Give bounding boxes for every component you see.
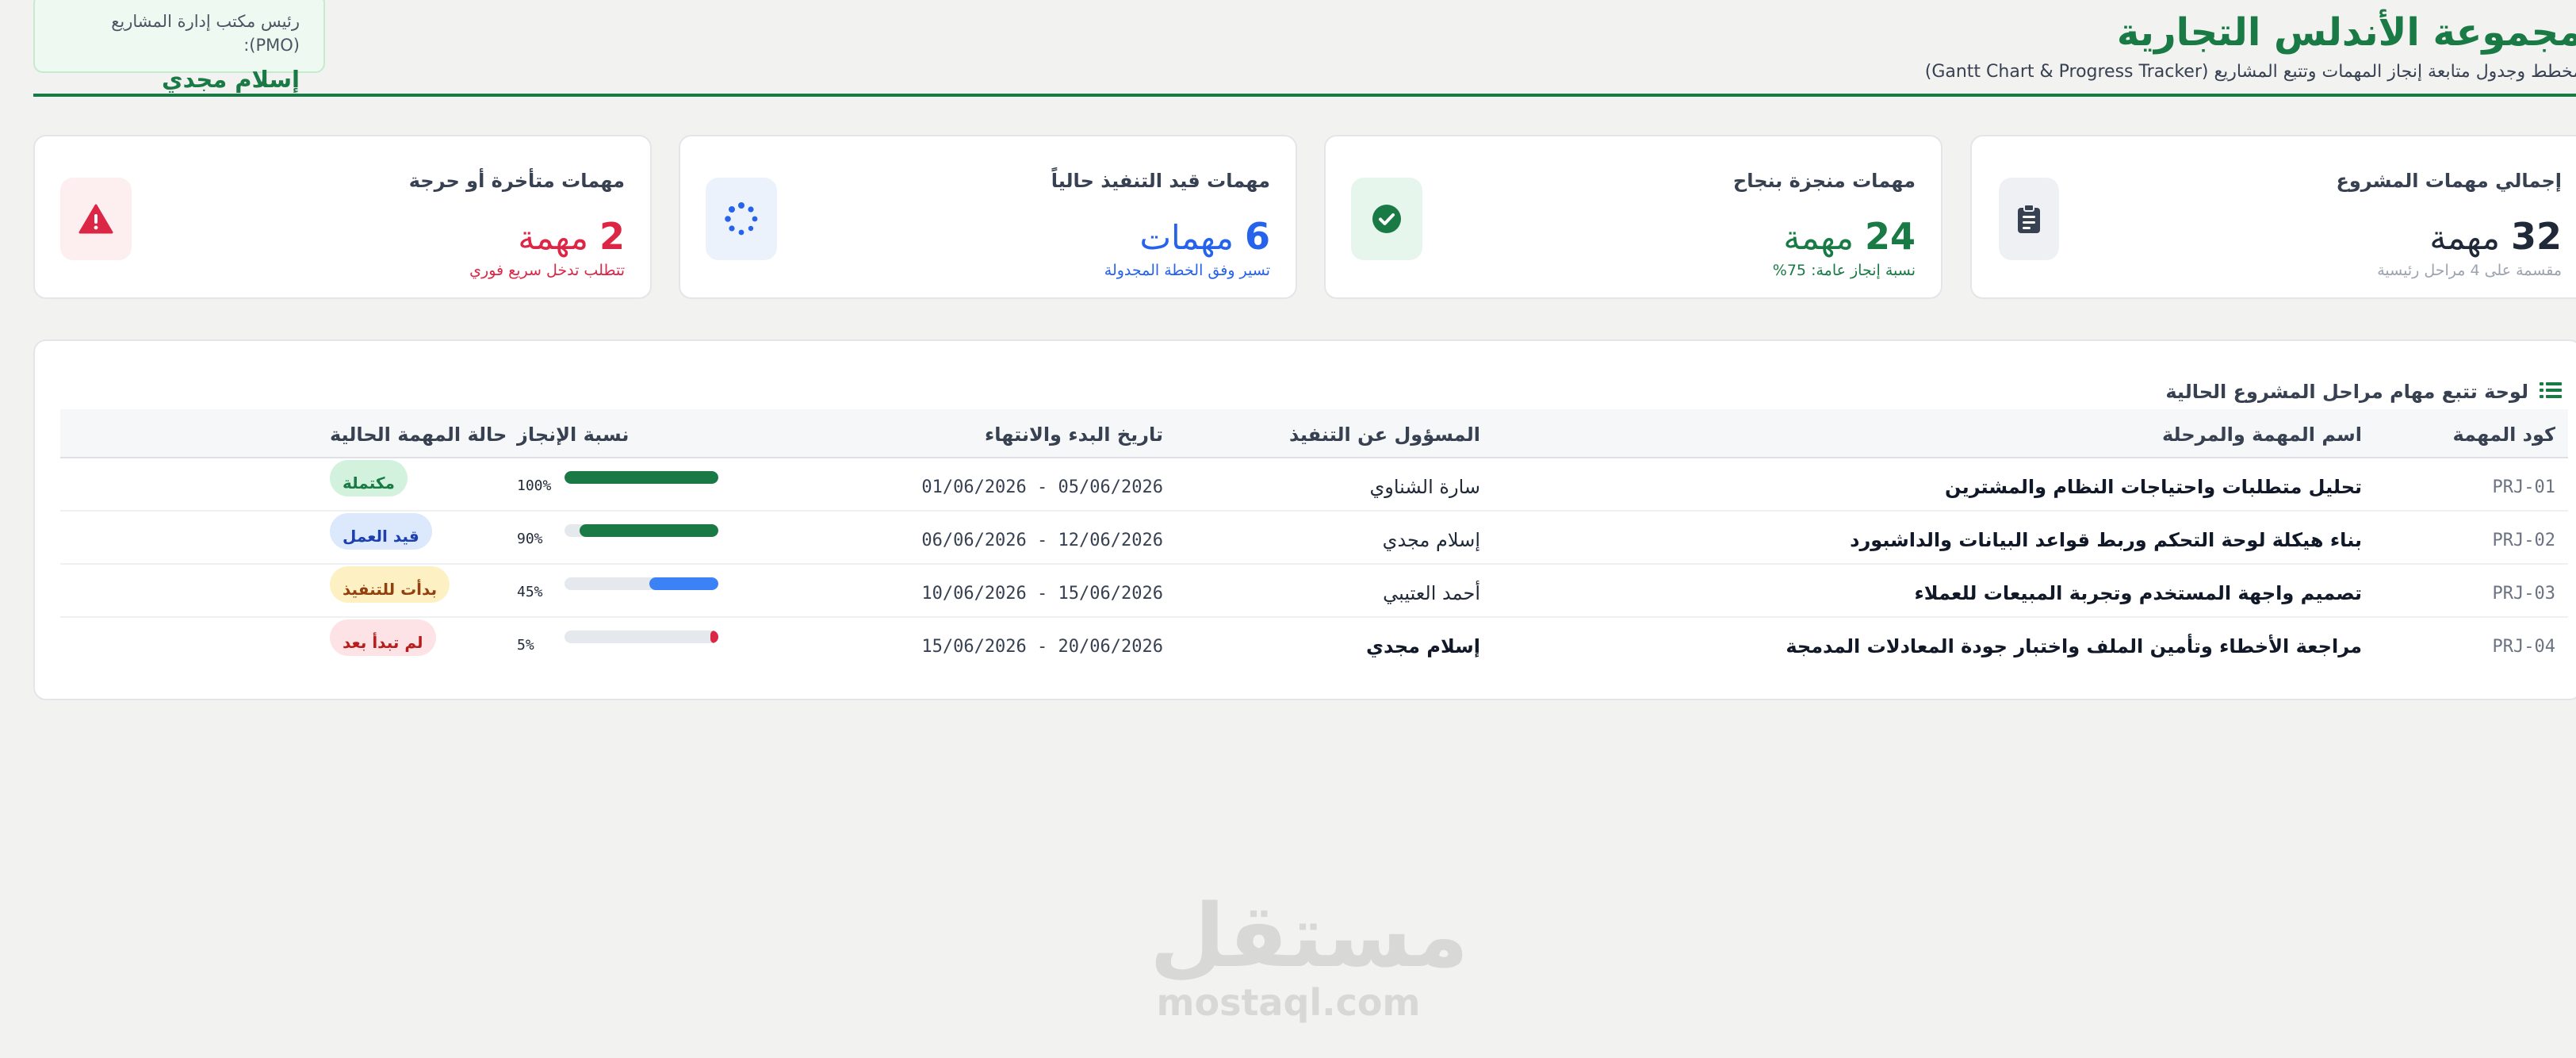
task-name: بناء هيكلة لوحة التحكم وربط قواعد البيان… bbox=[1850, 529, 2362, 551]
task-owner: إسلام مجدي bbox=[1365, 635, 1480, 657]
watermark-logo: مستقل mostaql.com bbox=[1150, 885, 1469, 1025]
task-dates: 20/06/2026 - 15/06/2026 bbox=[921, 637, 1163, 657]
stat-unit: مهمات bbox=[1139, 218, 1234, 257]
spinner-icon bbox=[706, 178, 777, 260]
col-header-owner[interactable]: المسؤول عن التنفيذ bbox=[1289, 424, 1480, 446]
stat-card-value: 32 مهمة bbox=[2429, 213, 2562, 262]
col-header-dates[interactable]: تاريخ البدء والانتهاء bbox=[985, 424, 1163, 446]
page: مجموعة الأندلس التجارية مخطط وجدول متابع… bbox=[0, 0, 2576, 1058]
table-row[interactable]: PRJ-04 مراجعة الأخطاء وتأمين الملف واختب… bbox=[60, 618, 2568, 671]
stat-card-label: مهمات قيد التنفيذ حالياً bbox=[1051, 170, 1270, 192]
stat-unit: مهمة bbox=[2429, 218, 2500, 257]
stat-card-note: تتطلب تدخل سريع فوري bbox=[469, 262, 625, 279]
stat-card-completed: مهمات منجزة بنجاح 24 مهمة نسبة إنجاز عامة… bbox=[1324, 135, 1943, 299]
table-body: PRJ-01 تحليل متطلبات واحتياجات النظام وا… bbox=[60, 458, 2568, 671]
task-name: تصميم واجهة المستخدم وتجربة المبيعات للع… bbox=[1914, 582, 2362, 604]
stat-card-note: تسير وفق الخطة المجدولة bbox=[1104, 262, 1270, 279]
col-header-status[interactable]: حالة المهمة الحالية bbox=[330, 424, 507, 446]
stat-number: 2 bbox=[599, 215, 625, 258]
status-badge: مكتملة bbox=[330, 460, 408, 496]
task-owner: أحمد العتيبي bbox=[1383, 582, 1480, 604]
stat-card-value: 2 مهمة bbox=[518, 213, 625, 262]
progress-percent: 90% bbox=[517, 531, 543, 547]
stat-card-value: 6 مهمات bbox=[1140, 213, 1271, 262]
task-name: مراجعة الأخطاء وتأمين الملف واختبار جودة… bbox=[1786, 635, 2362, 657]
stat-card-note: مقسمة على 4 مراحل رئيسية bbox=[2377, 262, 2562, 279]
status-badge: لم تبدأ بعد bbox=[330, 619, 436, 656]
warning-icon bbox=[60, 178, 132, 260]
task-code: PRJ-03 bbox=[2492, 584, 2555, 604]
task-owner: إسلام مجدي bbox=[1382, 529, 1480, 551]
stat-number: 24 bbox=[1864, 215, 1916, 258]
progress-bar-fill bbox=[710, 631, 718, 643]
task-name: تحليل متطلبات واحتياجات النظام والمشترين bbox=[1945, 476, 2362, 498]
pmo-label: رئيس مكتب إدارة المشاريع (PMO): bbox=[111, 12, 300, 55]
pmo-name: إسلام مجدي bbox=[161, 66, 300, 93]
progress-percent: 45% bbox=[517, 584, 543, 600]
task-tracking-panel: لوحة تتبع مهام مراحل المشروع الحالية كود… bbox=[33, 339, 2576, 700]
task-code: PRJ-04 bbox=[2492, 637, 2555, 657]
table-row[interactable]: PRJ-02 بناء هيكلة لوحة التحكم وربط قواعد… bbox=[60, 512, 2568, 565]
status-badge: قيد العمل bbox=[330, 513, 432, 550]
progress-percent: 100% bbox=[517, 477, 552, 494]
task-dates: 05/06/2026 - 01/06/2026 bbox=[921, 477, 1163, 497]
stat-card-in-progress: مهمات قيد التنفيذ حالياً 6 مهمات تسير وفق… bbox=[679, 135, 1297, 299]
stat-number: 6 bbox=[1244, 215, 1270, 258]
watermark-arabic: مستقل bbox=[1150, 885, 1469, 987]
task-code: PRJ-01 bbox=[2492, 477, 2555, 497]
table-header: كود المهمة اسم المهمة والمرحلة المسؤول ع… bbox=[60, 409, 2568, 458]
progress-percent: 5% bbox=[517, 637, 534, 654]
stat-card-total: إجمالي مهمات المشروع 32 مهمة مقسمة على 4 … bbox=[1970, 135, 2576, 299]
watermark-latin: mostaql.com bbox=[1156, 981, 1421, 1024]
brand: مجموعة الأندلس التجارية مخطط وجدول متابع… bbox=[1925, 6, 2576, 84]
stat-unit: مهمة bbox=[518, 218, 588, 257]
progress-bar bbox=[565, 577, 718, 590]
progress-bar bbox=[565, 471, 718, 484]
stat-number: 32 bbox=[2510, 215, 2562, 258]
task-code: PRJ-02 bbox=[2492, 531, 2555, 550]
stat-card-label: مهمات متأخرة أو حرجة bbox=[408, 170, 625, 192]
task-owner: سارة الشناوي bbox=[1369, 476, 1480, 498]
status-badge: بدأت للتنفيذ bbox=[330, 566, 450, 603]
col-header-code[interactable]: كود المهمة bbox=[2453, 424, 2556, 446]
table-row[interactable]: PRJ-03 تصميم واجهة المستخدم وتجربة المبي… bbox=[60, 565, 2568, 618]
task-dates: 12/06/2026 - 06/06/2026 bbox=[921, 531, 1163, 550]
header: مجموعة الأندلس التجارية مخطط وجدول متابع… bbox=[33, 0, 2576, 97]
tasks-table: كود المهمة اسم المهمة والمرحلة المسؤول ع… bbox=[60, 409, 2568, 671]
panel-header: لوحة تتبع مهام مراحل المشروع الحالية bbox=[2165, 381, 2562, 403]
col-header-progress[interactable]: نسبة الإنجاز bbox=[517, 424, 629, 446]
check-circle-icon bbox=[1351, 178, 1422, 260]
progress-bar-fill bbox=[580, 524, 718, 537]
stat-card-value: 24 مهمة bbox=[1783, 213, 1916, 262]
task-dates: 15/06/2026 - 10/06/2026 bbox=[921, 584, 1163, 604]
stat-unit: مهمة bbox=[1783, 218, 1854, 257]
stat-card-delayed: مهمات متأخرة أو حرجة 2 مهمة تتطلب تدخل سر… bbox=[33, 135, 652, 299]
clipboard-icon bbox=[1999, 178, 2059, 260]
page-title: مجموعة الأندلس التجارية bbox=[2116, 10, 2576, 55]
pmo-info-box: رئيس مكتب إدارة المشاريع (PMO): إسلام مج… bbox=[33, 0, 325, 93]
progress-bar bbox=[565, 524, 718, 537]
page-subtitle: مخطط وجدول متابعة إنجاز المهمات وتتبع ال… bbox=[1924, 62, 2576, 82]
table-row[interactable]: PRJ-01 تحليل متطلبات واحتياجات النظام وا… bbox=[60, 458, 2568, 512]
stat-card-label: إجمالي مهمات المشروع bbox=[2336, 170, 2562, 192]
progress-bar bbox=[565, 631, 718, 643]
panel-title: لوحة تتبع مهام مراحل المشروع الحالية bbox=[2165, 381, 2528, 403]
list-icon bbox=[2540, 381, 2562, 403]
col-header-name[interactable]: اسم المهمة والمرحلة bbox=[2162, 424, 2362, 446]
progress-bar-fill bbox=[565, 471, 718, 484]
progress-bar-fill bbox=[649, 577, 718, 590]
stat-card-label: مهمات منجزة بنجاح bbox=[1732, 170, 1916, 192]
stat-card-note: نسبة إنجاز عامة: 75% bbox=[1772, 262, 1916, 279]
